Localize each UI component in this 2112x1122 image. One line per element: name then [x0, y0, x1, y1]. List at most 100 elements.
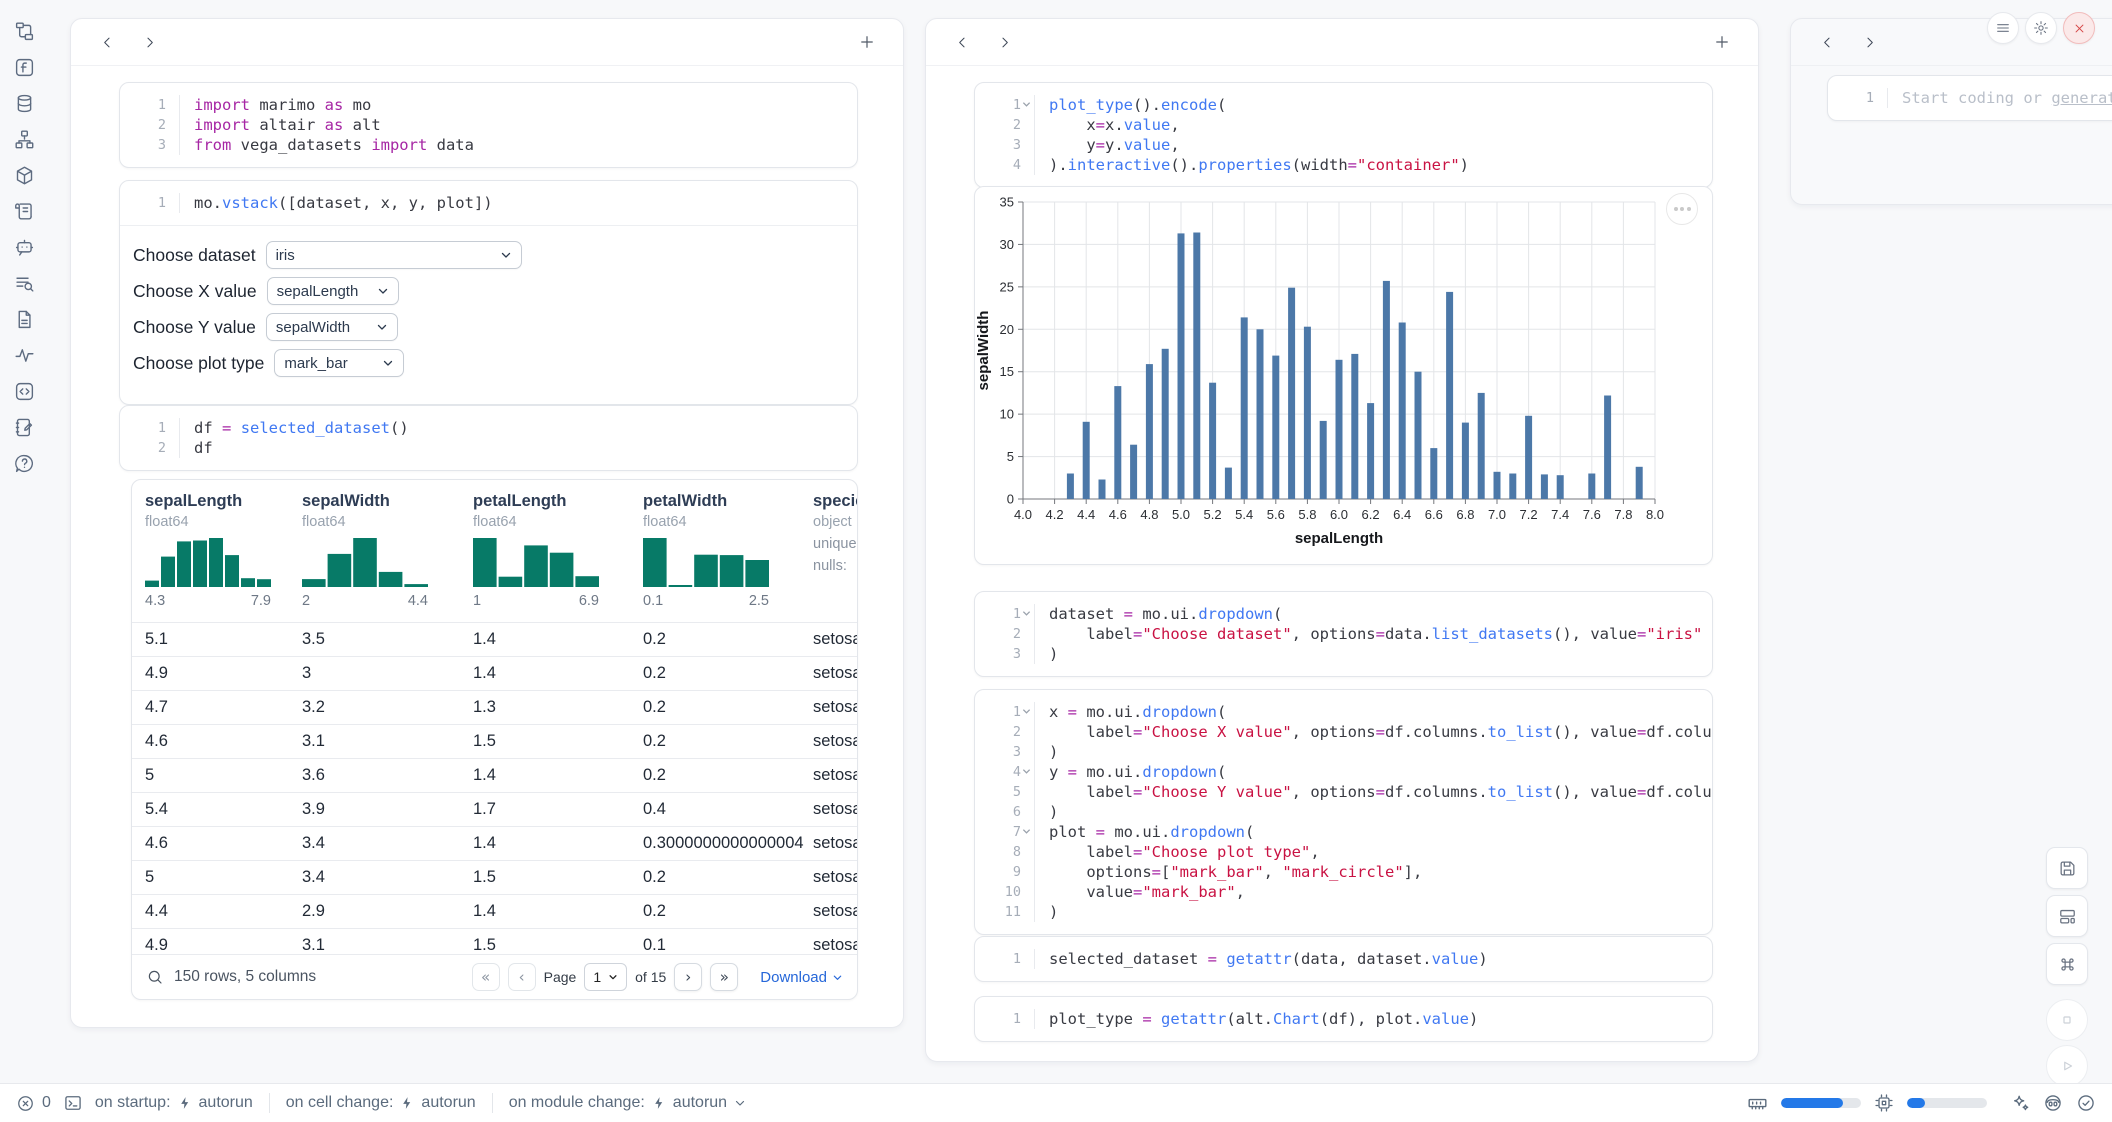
- table-row[interactable]: 4.42.91.40.2setosa: [132, 894, 857, 928]
- code-line[interactable]: df: [194, 438, 409, 458]
- connection-status-button[interactable]: [2076, 1093, 2096, 1113]
- column-header-sepalWidth[interactable]: sepalWidthfloat6424.4: [302, 492, 452, 609]
- code-line[interactable]: label="Choose X value", options=df.colum…: [1049, 722, 1712, 742]
- code-line[interactable]: plot = mo.ui.dropdown(: [1049, 822, 1712, 842]
- code-line[interactable]: import altair as alt: [194, 115, 474, 135]
- code-line[interactable]: mo.vstack([dataset, x, y, plot]): [194, 193, 493, 213]
- code-line[interactable]: label="Choose dataset", options=data.lis…: [1049, 624, 1702, 644]
- code-line[interactable]: options=["mark_bar", "mark_circle"],: [1049, 862, 1712, 882]
- code-line[interactable]: x=x.value,: [1049, 115, 1469, 135]
- column-header-sepalLength[interactable]: sepalLengthfloat644.37.9: [145, 492, 295, 609]
- page-select[interactable]: 1: [584, 963, 627, 991]
- code-cell-plot-type[interactable]: 1plot_type = getattr(alt.Chart(df), plot…: [974, 996, 1713, 1042]
- code-line[interactable]: plot_type = getattr(alt.Chart(df), plot.…: [1049, 1009, 1478, 1029]
- first-page-button[interactable]: «: [472, 963, 500, 991]
- code-line[interactable]: selected_dataset = getattr(data, dataset…: [1049, 949, 1488, 969]
- code-cell-imports[interactable]: 123import marimo as moimport altair as a…: [119, 82, 858, 168]
- column-move-left-button[interactable]: [93, 28, 121, 56]
- dropdown-choose-x-value[interactable]: sepalLength: [267, 277, 399, 305]
- code-line[interactable]: ): [1049, 802, 1712, 822]
- code-cell-vstack[interactable]: 1mo.vstack([dataset, x, y, plot]) Choose…: [119, 180, 858, 405]
- run-button[interactable]: [2046, 1045, 2088, 1087]
- column-move-right-button[interactable]: [135, 28, 163, 56]
- dropdown-choose-plot-type[interactable]: mark_bar: [274, 349, 404, 377]
- copilot-button[interactable]: [2043, 1093, 2063, 1113]
- bar-chart[interactable]: 4.04.24.44.64.85.05.25.45.65.86.06.26.46…: [975, 187, 1712, 564]
- table-row[interactable]: 5.13.51.40.2setosa: [132, 622, 857, 656]
- code-line[interactable]: y=y.value,: [1049, 135, 1469, 155]
- ai-chat-icon[interactable]: [13, 236, 35, 258]
- table-row[interactable]: 4.63.41.40.3000000000000004setosa: [132, 826, 857, 860]
- code-line[interactable]: import marimo as mo: [194, 95, 474, 115]
- scratchpad-icon[interactable]: [13, 416, 35, 438]
- chart-menu-button[interactable]: [1666, 193, 1698, 225]
- download-button[interactable]: Download: [760, 969, 843, 986]
- code-line[interactable]: ).interactive().properties(width="contai…: [1049, 155, 1469, 175]
- fold-chevron-icon[interactable]: [1022, 767, 1031, 776]
- column-move-right-button[interactable]: [1855, 28, 1883, 56]
- layout-button[interactable]: [2046, 895, 2088, 937]
- code-line[interactable]: ): [1049, 742, 1712, 762]
- dependency-graph-icon[interactable]: [13, 128, 35, 150]
- close-button[interactable]: [2063, 12, 2095, 44]
- fold-chevron-icon[interactable]: [1022, 609, 1031, 618]
- stop-button[interactable]: [2046, 999, 2088, 1041]
- table-row[interactable]: 5.43.91.70.4setosa: [132, 792, 857, 826]
- next-page-button[interactable]: ›: [674, 963, 702, 991]
- menu-button[interactable]: [1987, 12, 2019, 44]
- dropdown-choose-y-value[interactable]: sepalWidth: [266, 313, 398, 341]
- code-line[interactable]: x = mo.ui.dropdown(: [1049, 702, 1712, 722]
- add-column-button[interactable]: [853, 28, 881, 56]
- code-line[interactable]: from vega_datasets import data: [194, 135, 474, 155]
- code-line[interactable]: dataset = mo.ui.dropdown(: [1049, 604, 1702, 624]
- functions-icon[interactable]: [13, 56, 35, 78]
- save-button[interactable]: [2046, 847, 2088, 889]
- column-header-species[interactable]: speciesobjectunique:nulls:: [813, 492, 858, 574]
- dropdown-choose-dataset[interactable]: iris: [266, 241, 522, 269]
- table-row[interactable]: 4.73.21.30.2setosa: [132, 690, 857, 724]
- code-line[interactable]: value="mark_bar",: [1049, 882, 1712, 902]
- fold-chevron-icon[interactable]: [1022, 827, 1031, 836]
- logs-icon[interactable]: [13, 200, 35, 222]
- terminal-button[interactable]: [63, 1093, 83, 1113]
- table-row[interactable]: 53.41.50.2setosa: [132, 860, 857, 894]
- code-cell-xy-plot-dropdowns[interactable]: 1234567891011x = mo.ui.dropdown( label="…: [974, 689, 1713, 935]
- file-tree-icon[interactable]: [13, 20, 35, 42]
- column-move-right-button[interactable]: [990, 28, 1018, 56]
- code-cell-selected-dataset[interactable]: 1selected_dataset = getattr(data, datase…: [974, 936, 1713, 982]
- packages-icon[interactable]: [13, 164, 35, 186]
- on-cell-change-toggle[interactable]: on cell change: autorun: [286, 1094, 476, 1112]
- fold-chevron-icon[interactable]: [1022, 100, 1031, 109]
- column-header-petalLength[interactable]: petalLengthfloat6416.9: [473, 492, 623, 609]
- code-line[interactable]: label="Choose Y value", options=df.colum…: [1049, 782, 1712, 802]
- column-move-left-button[interactable]: [1813, 28, 1841, 56]
- placeholder-line[interactable]: Start coding or generate with AI: [1902, 88, 2112, 108]
- code-line[interactable]: label="Choose plot type",: [1049, 842, 1712, 862]
- code-line[interactable]: plot_type().encode(: [1049, 95, 1469, 115]
- code-line[interactable]: ): [1049, 902, 1712, 922]
- on-module-change-toggle[interactable]: on module change: autorun: [509, 1094, 746, 1112]
- code-line[interactable]: df = selected_dataset(): [194, 418, 409, 438]
- prev-page-button[interactable]: ‹: [508, 963, 536, 991]
- help-icon[interactable]: [13, 452, 35, 474]
- error-indicator[interactable]: 0: [16, 1094, 51, 1113]
- keyboard-shortcuts-button[interactable]: [2046, 943, 2088, 985]
- code-cell-df[interactable]: 12df = selected_dataset()df: [119, 405, 858, 471]
- column-header-petalWidth[interactable]: petalWidthfloat640.12.5: [643, 492, 793, 609]
- datasources-icon[interactable]: [13, 92, 35, 114]
- generate-link[interactable]: generate: [2051, 89, 2112, 107]
- code-line[interactable]: ): [1049, 644, 1702, 664]
- on-startup-toggle[interactable]: on startup: autorun: [95, 1094, 253, 1112]
- ai-assistant-button[interactable]: [2010, 1093, 2030, 1113]
- last-page-button[interactable]: »: [710, 963, 738, 991]
- code-line[interactable]: y = mo.ui.dropdown(: [1049, 762, 1712, 782]
- search-icon[interactable]: [146, 968, 164, 986]
- outline-icon[interactable]: [13, 272, 35, 294]
- add-column-button[interactable]: [1708, 28, 1736, 56]
- table-row[interactable]: 53.61.40.2setosa: [132, 758, 857, 792]
- code-cell-dataset-dropdown[interactable]: 123dataset = mo.ui.dropdown( label="Choo…: [974, 591, 1713, 677]
- settings-button[interactable]: [2025, 12, 2057, 44]
- documentation-icon[interactable]: [13, 308, 35, 330]
- column-move-left-button[interactable]: [948, 28, 976, 56]
- code-cell-chart[interactable]: 1234plot_type().encode( x=x.value, y=y.v…: [974, 82, 1713, 188]
